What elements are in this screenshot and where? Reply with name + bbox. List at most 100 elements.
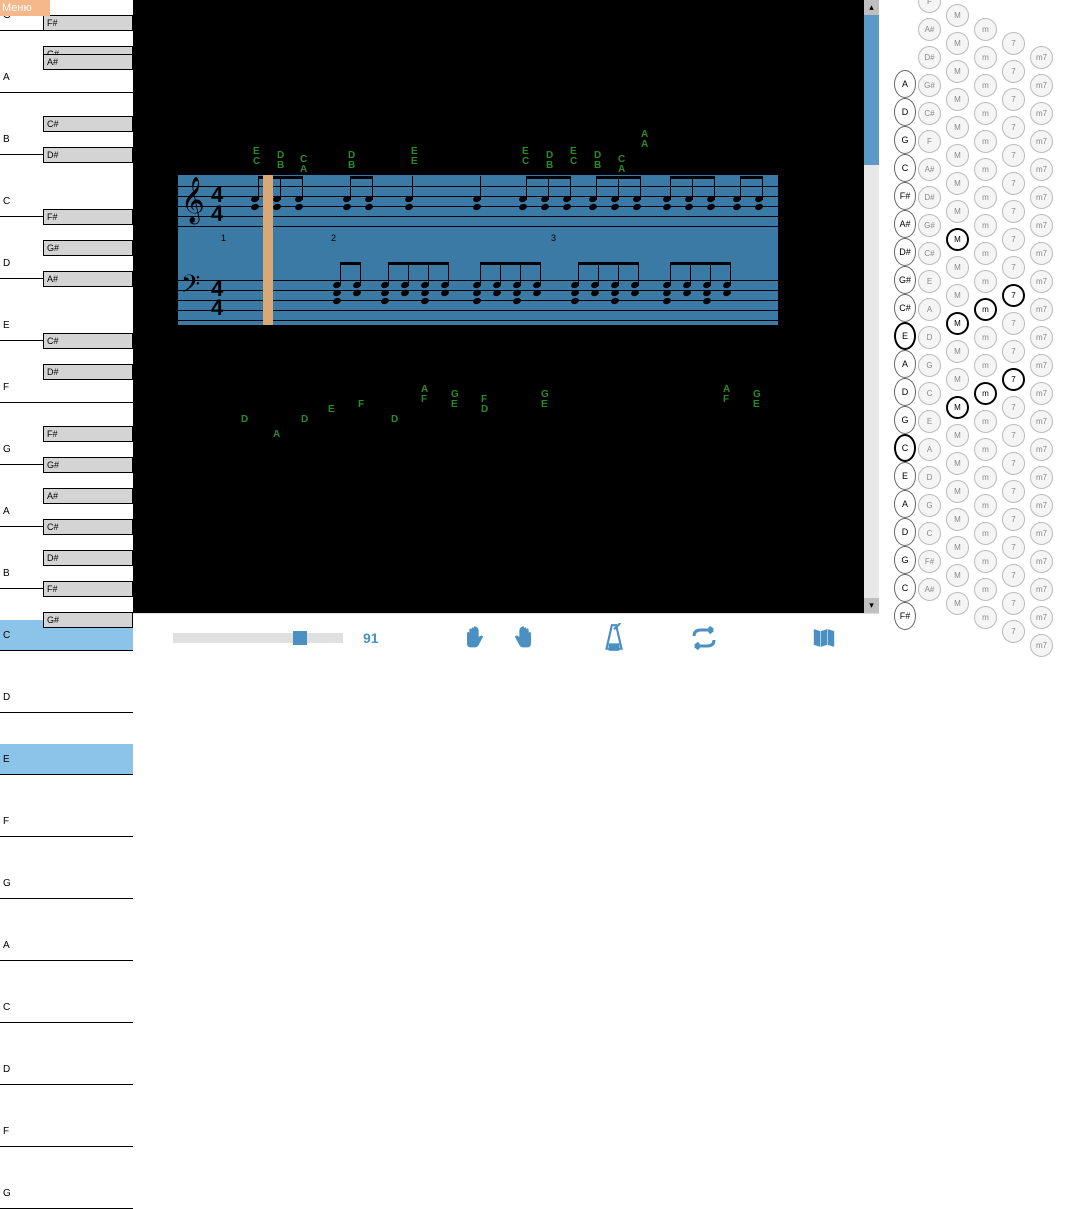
chord-button[interactable]: m7 (1030, 214, 1053, 237)
chord-button[interactable]: C# (918, 102, 941, 125)
chord-button[interactable]: m (974, 18, 997, 41)
chord-button[interactable]: M (946, 60, 969, 83)
chord-button[interactable]: M (946, 508, 969, 531)
chord-button[interactable]: m (974, 466, 997, 489)
chord-button[interactable]: 7 (1002, 172, 1025, 195)
chord-button[interactable]: m7 (1030, 158, 1053, 181)
chord-button[interactable]: m (974, 46, 997, 69)
chord-button[interactable]: 7 (1002, 592, 1025, 615)
chord-button[interactable]: M (946, 172, 969, 195)
chord-button[interactable]: m7 (1030, 186, 1053, 209)
chord-button[interactable]: G# (918, 214, 941, 237)
tempo-slider-thumb[interactable] (293, 631, 307, 645)
bass-note-button[interactable]: G (894, 546, 916, 574)
chord-button[interactable]: 7 (1002, 88, 1025, 111)
chord-button[interactable]: 7 (1002, 256, 1025, 279)
chord-button[interactable]: m7 (1030, 46, 1053, 69)
chord-button[interactable]: 7 (1002, 508, 1025, 531)
chord-button[interactable]: C# (918, 242, 941, 265)
piano-white-key[interactable]: D (0, 682, 133, 713)
chord-button[interactable]: 7 (1002, 200, 1025, 223)
playhead[interactable] (263, 175, 273, 325)
chord-button[interactable]: 7 (1002, 228, 1025, 251)
bass-note-button[interactable]: F# (894, 182, 916, 210)
chord-button[interactable]: m (974, 158, 997, 181)
chord-button[interactable]: m7 (1030, 102, 1053, 125)
bass-note-button[interactable]: A# (894, 210, 916, 238)
chord-button[interactable]: G# (918, 74, 941, 97)
chord-button[interactable]: m7 (1030, 550, 1053, 573)
piano-white-key[interactable]: G (0, 868, 133, 899)
chord-button[interactable]: m (974, 578, 997, 601)
chord-button[interactable]: M (946, 200, 969, 223)
chord-button[interactable]: 7 (1002, 424, 1025, 447)
chord-button[interactable]: M (946, 144, 969, 167)
chord-button[interactable]: m (974, 326, 997, 349)
loop-button[interactable] (689, 623, 719, 653)
chord-button[interactable]: m7 (1030, 410, 1053, 433)
piano-white-key[interactable]: G (0, 1178, 133, 1209)
chord-button[interactable]: A# (918, 578, 941, 601)
piano-black-key[interactable]: F# (43, 581, 133, 597)
left-hand-button[interactable] (459, 623, 489, 653)
chord-button[interactable]: m (974, 354, 997, 377)
chord-button[interactable]: M (946, 284, 969, 307)
chord-button[interactable]: 7 (1002, 312, 1025, 335)
chord-button[interactable]: M (946, 4, 969, 27)
bass-note-button[interactable]: C (894, 434, 916, 462)
map-view-button[interactable] (809, 623, 839, 653)
bass-note-button[interactable]: D (894, 378, 916, 406)
chord-button[interactable]: C (918, 382, 941, 405)
piano-black-key[interactable]: G# (43, 240, 133, 256)
chord-button[interactable]: m7 (1030, 522, 1053, 545)
chord-button[interactable]: m (974, 186, 997, 209)
chord-button[interactable]: 7 (1002, 32, 1025, 55)
chord-button[interactable]: m (974, 102, 997, 125)
chord-button[interactable]: m7 (1030, 606, 1053, 629)
chord-button[interactable]: 7 (1002, 564, 1025, 587)
chord-button[interactable]: m (974, 130, 997, 153)
chord-button[interactable]: m (974, 382, 997, 405)
menu-button[interactable]: Меню (0, 0, 50, 16)
chord-button[interactable]: m (974, 438, 997, 461)
bass-note-button[interactable]: G (894, 406, 916, 434)
piano-white-key[interactable]: D (0, 1054, 133, 1085)
chord-button[interactable]: M (946, 340, 969, 363)
bass-note-button[interactable]: D (894, 518, 916, 546)
chord-button[interactable]: m7 (1030, 242, 1053, 265)
chord-button[interactable]: m7 (1030, 354, 1053, 377)
bass-note-button[interactable]: A (894, 70, 916, 98)
chord-button[interactable]: m (974, 494, 997, 517)
chord-button[interactable]: m (974, 410, 997, 433)
scroll-down-button[interactable]: ▾ (864, 598, 879, 613)
chord-button[interactable]: m7 (1030, 466, 1053, 489)
chord-button[interactable]: 7 (1002, 536, 1025, 559)
chord-button[interactable]: M (946, 228, 969, 251)
piano-white-key[interactable]: E (0, 744, 133, 775)
piano-white-key[interactable]: A (0, 930, 133, 961)
chord-button[interactable]: D# (918, 186, 941, 209)
chord-button[interactable]: m (974, 550, 997, 573)
piano-black-key[interactable]: C# (43, 116, 133, 132)
piano-black-key[interactable]: D# (43, 550, 133, 566)
bass-note-button[interactable]: C (894, 154, 916, 182)
chord-button[interactable]: G (918, 354, 941, 377)
chord-button[interactable]: M (946, 452, 969, 475)
metronome-button[interactable] (599, 623, 629, 653)
piano-black-key[interactable]: G# (43, 612, 133, 628)
bass-note-button[interactable]: G# (894, 266, 916, 294)
piano-black-key[interactable]: F# (43, 15, 133, 31)
piano-black-key[interactable]: A# (43, 488, 133, 504)
right-hand-button[interactable] (509, 623, 539, 653)
chord-button[interactable]: m7 (1030, 382, 1053, 405)
chord-button[interactable]: m (974, 242, 997, 265)
chord-button[interactable]: A# (918, 158, 941, 181)
score-scrollbar[interactable]: ▴ ▾ (864, 0, 879, 613)
chord-button[interactable]: m (974, 214, 997, 237)
chord-button[interactable]: D (918, 326, 941, 349)
chord-button[interactable]: m (974, 298, 997, 321)
chord-button[interactable]: M (946, 312, 969, 335)
chord-button[interactable]: F (918, 0, 941, 13)
chord-button[interactable]: E (918, 410, 941, 433)
chord-button[interactable]: 7 (1002, 396, 1025, 419)
